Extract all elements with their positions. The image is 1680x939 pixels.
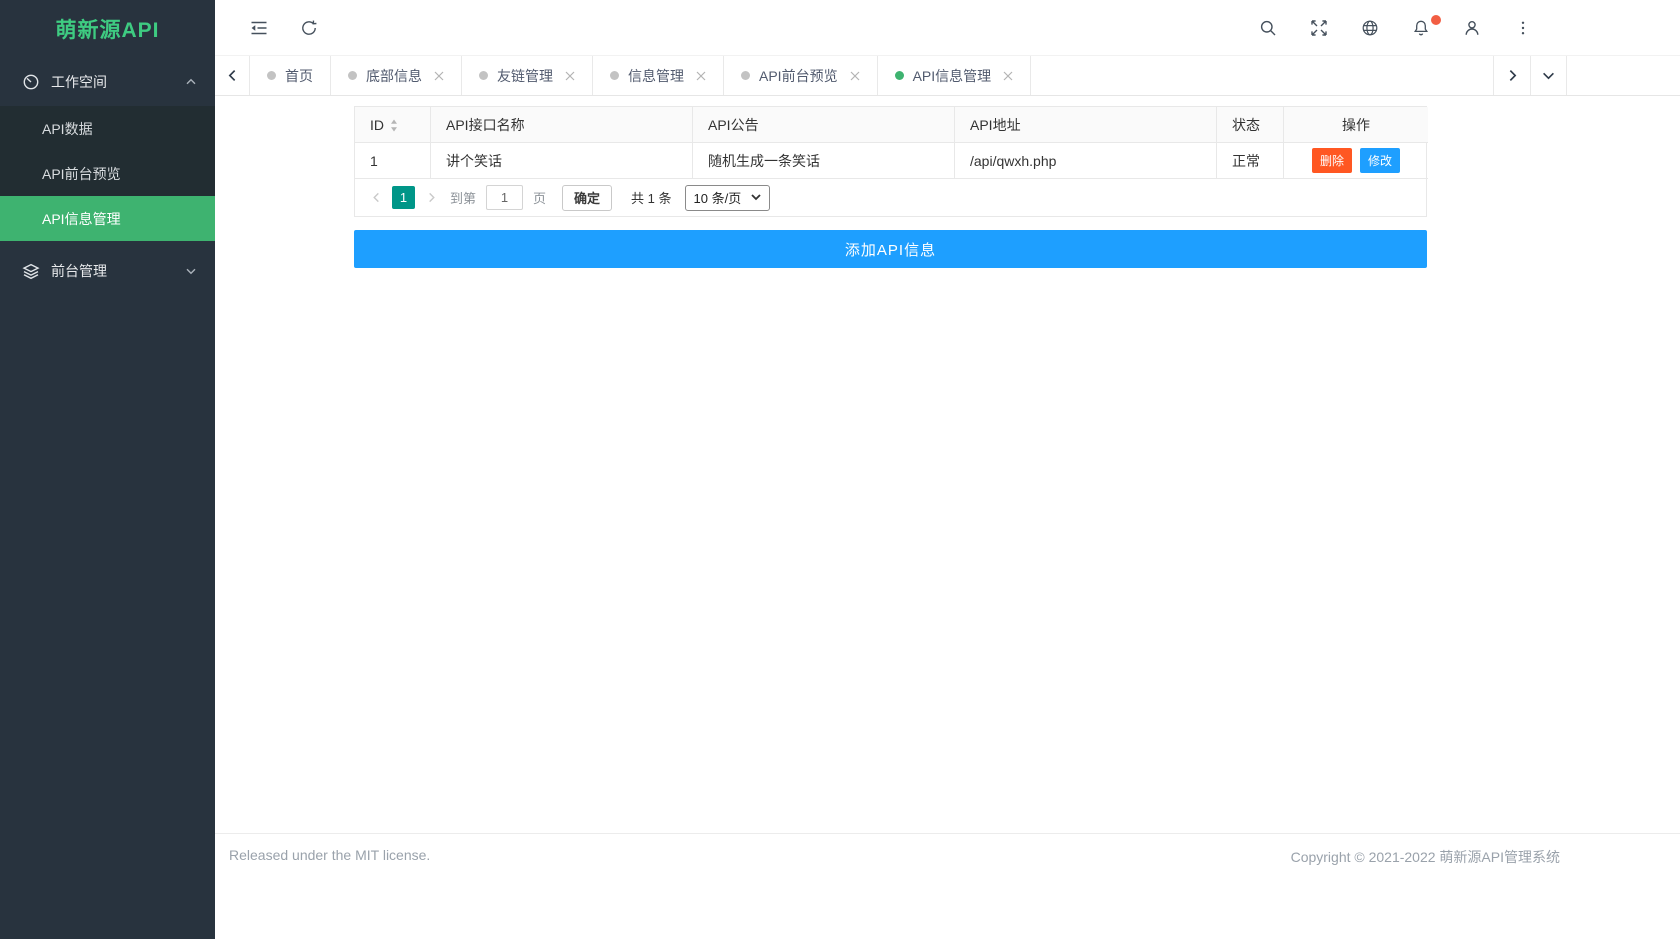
tab-home[interactable]: 首页 [250, 56, 331, 95]
select-chevron-icon [751, 194, 761, 201]
column-header-status: 状态 [1217, 107, 1284, 143]
cell-id: 1 [355, 143, 431, 179]
close-icon[interactable] [850, 71, 860, 81]
tab-label: API前台预览 [759, 67, 838, 84]
page-footer: Released under the MIT license. Copyrigh… [215, 833, 1680, 939]
tab-label: 信息管理 [628, 67, 684, 84]
sidebar-item-frontend-mgmt[interactable]: 前台管理 [0, 247, 215, 295]
edit-button[interactable]: 修改 [1360, 148, 1401, 173]
globe-icon[interactable] [1361, 19, 1379, 37]
sidebar-item-label: API信息管理 [42, 210, 121, 227]
header-left-actions [250, 0, 318, 55]
main-area: 首页 底部信息 友链管理 信息管理 API前台预览 API信息管理 ID API… [215, 0, 1680, 939]
tabs-scroll-left-icon[interactable] [215, 56, 250, 95]
tab-label: 友链管理 [497, 67, 553, 84]
layers-icon [22, 262, 40, 280]
collapse-sidebar-icon[interactable] [250, 19, 268, 37]
app-logo: 萌新源API [55, 19, 160, 42]
search-icon[interactable] [1259, 19, 1277, 37]
tabs-scroll-right-icon[interactable] [1493, 56, 1530, 95]
refresh-icon[interactable] [300, 19, 318, 37]
bell-icon[interactable] [1412, 14, 1441, 37]
tab-controls [1493, 56, 1567, 95]
confirm-page-button[interactable]: 确定 [562, 184, 613, 211]
tab-friend-links[interactable]: 友链管理 [462, 56, 593, 95]
header-right-actions [1259, 0, 1532, 55]
cell-actions: 删除 修改 [1284, 143, 1428, 179]
sidebar: 萌新源API 工作空间 API数据 API前台预览 API信息管理 前台管理 [0, 0, 215, 939]
sidebar-item-api-info-mgmt[interactable]: API信息管理 [0, 196, 215, 241]
tab-status-dot [267, 71, 276, 80]
chevron-down-icon [185, 265, 197, 277]
more-icon[interactable] [1514, 19, 1532, 37]
delete-button[interactable]: 删除 [1311, 148, 1352, 173]
column-header-url: API地址 [955, 107, 1217, 143]
sidebar-item-api-data[interactable]: API数据 [0, 106, 215, 151]
table-row: 1 讲个笑话 随机生成一条笑话 /api/qwxh.php 正常 删除 修改 [355, 143, 1428, 179]
cell-name: 讲个笑话 [431, 143, 693, 179]
footer-copyright-text: Copyright © 2021-2022 萌新源API管理系统 [1290, 849, 1560, 865]
workspace-submenu: API数据 API前台预览 API信息管理 [0, 106, 215, 241]
sidebar-item-label: 工作空间 [51, 74, 107, 90]
close-icon[interactable] [434, 71, 444, 81]
total-count-label: 共 1 条 [631, 191, 672, 206]
column-header-name: API接口名称 [431, 107, 693, 143]
sidebar-item-label: API前台预览 [42, 165, 121, 182]
current-page-button[interactable]: 1 [392, 186, 415, 209]
sidebar-item-workspace[interactable]: 工作空间 [0, 58, 215, 106]
sidebar-item-api-preview[interactable]: API前台预览 [0, 151, 215, 196]
tab-status-dot [610, 71, 619, 80]
notification-badge [1431, 14, 1441, 25]
close-icon[interactable] [1003, 71, 1013, 81]
sidebar-item-label: API数据 [42, 120, 93, 137]
next-page-icon[interactable] [422, 186, 440, 210]
cell-url: /api/qwxh.php [955, 143, 1217, 179]
prev-page-icon[interactable] [367, 186, 385, 210]
tab-bar: 首页 底部信息 友链管理 信息管理 API前台预览 API信息管理 [215, 55, 1680, 96]
tab-status-dot [479, 71, 488, 80]
tab-label: API信息管理 [912, 67, 992, 84]
fullscreen-icon[interactable] [1310, 19, 1328, 37]
cell-status: 正常 [1217, 143, 1284, 179]
column-header-id[interactable]: ID [355, 107, 431, 143]
tab-info-mgmt[interactable]: 信息管理 [593, 56, 724, 95]
tab-api-preview[interactable]: API前台预览 [724, 56, 878, 95]
add-api-info-button[interactable]: 添加API信息 [354, 230, 1427, 268]
tab-footer-info[interactable]: 底部信息 [331, 56, 462, 95]
page-size-value: 10 条/页 [693, 191, 742, 206]
tab-label: 底部信息 [366, 67, 422, 84]
sort-icon[interactable] [390, 119, 398, 132]
tab-status-dot [894, 71, 904, 80]
pagination-bar: 1 到第 页 确定 共 1 条 10 条/页 [355, 179, 1426, 216]
sidebar-item-label: 前台管理 [51, 263, 107, 279]
page-size-select[interactable]: 10 条/页 [684, 184, 771, 211]
chevron-up-icon [185, 76, 197, 88]
tab-status-dot [741, 71, 750, 80]
column-header-notice: API公告 [693, 107, 955, 143]
page-suffix-label: 页 [533, 191, 547, 206]
tab-label: 首页 [285, 67, 313, 84]
dashboard-icon [22, 73, 40, 91]
close-icon[interactable] [696, 71, 706, 81]
top-header [215, 0, 1680, 55]
tab-status-dot [348, 71, 357, 80]
user-icon[interactable] [1463, 19, 1481, 37]
cell-notice: 随机生成一条笑话 [693, 143, 955, 179]
tabs-menu-icon[interactable] [1530, 56, 1567, 95]
api-table-container: ID API接口名称 API公告 API地址 状态 操作 1 讲个笑话 随机生成… [354, 106, 1428, 217]
goto-label: 到第 [450, 191, 477, 206]
page-content: ID API接口名称 API公告 API地址 状态 操作 1 讲个笑话 随机生成… [215, 97, 1680, 833]
table-header-row: ID API接口名称 API公告 API地址 状态 操作 [355, 107, 1428, 143]
goto-page-input[interactable] [486, 185, 524, 210]
api-table: ID API接口名称 API公告 API地址 状态 操作 1 讲个笑话 随机生成… [355, 107, 1428, 179]
column-header-actions: 操作 [1284, 107, 1428, 143]
app-root: 萌新源API 工作空间 API数据 API前台预览 API信息管理 前台管理 首… [0, 0, 1680, 939]
footer-license-text: Released under the MIT license. [229, 847, 431, 863]
tab-api-info-mgmt[interactable]: API信息管理 [878, 56, 1032, 95]
close-icon[interactable] [565, 71, 575, 81]
